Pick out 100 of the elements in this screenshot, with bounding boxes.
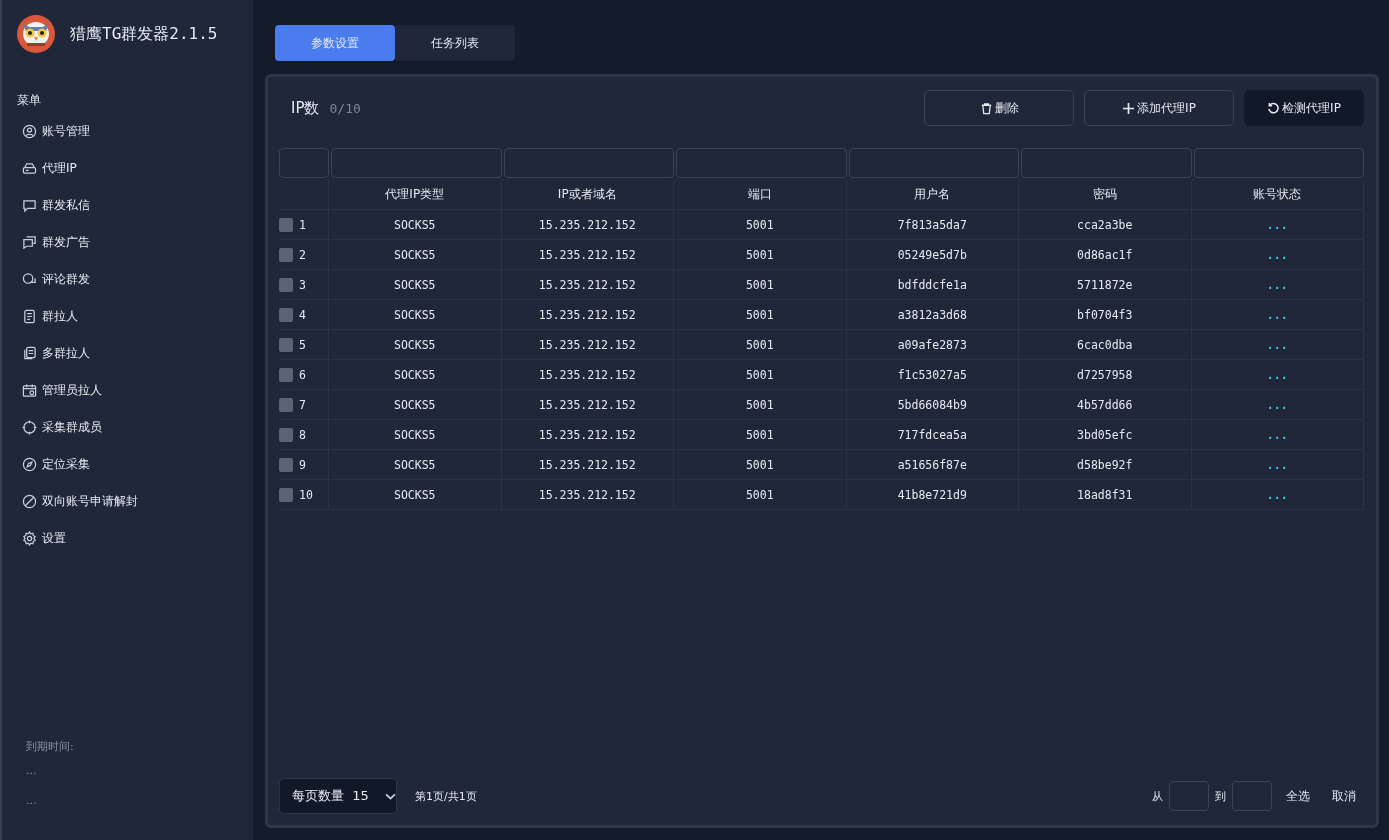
filter-field[interactable] — [676, 148, 847, 178]
row-number: 6 — [299, 367, 306, 382]
refresh-icon — [1267, 101, 1281, 115]
column-header: IP或者域名 — [501, 180, 674, 210]
table-cell: SOCKS5 — [329, 270, 502, 300]
table-cell: 5001 — [674, 300, 847, 330]
table-cell: SOCKS5 — [329, 420, 502, 450]
tab[interactable]: 任务列表 — [395, 25, 515, 61]
row-number: 2 — [299, 247, 306, 262]
table-cell: 15.235.212.152 — [501, 360, 674, 390]
column-header: 端口 — [674, 180, 847, 210]
table-cell: SOCKS5 — [329, 360, 502, 390]
filter-field[interactable] — [1193, 148, 1364, 178]
table-cell: 5001 — [674, 480, 847, 510]
column-header: 账号状态 — [1191, 180, 1364, 210]
sidebar-item[interactable]: 群发私信 — [2, 187, 253, 224]
table-cell: ... — [1191, 330, 1364, 360]
filter-field[interactable] — [1021, 148, 1192, 178]
expiry-value: ... — [25, 764, 38, 779]
from-field[interactable] — [1169, 781, 1209, 811]
sidebar-item[interactable]: 群发广告 — [2, 224, 253, 261]
user-circle-icon — [22, 124, 37, 139]
row-checkbox[interactable] — [279, 337, 293, 352]
sidebar-item[interactable]: 双向账号申请解封 — [2, 483, 253, 520]
table-cell: 15.235.212.152 — [501, 210, 674, 240]
table-cell: ... — [1191, 420, 1364, 450]
sidebar-item[interactable]: 账号管理 — [2, 113, 253, 150]
table-cell: 5001 — [674, 360, 847, 390]
table-cell: 15.235.212.152 — [501, 420, 674, 450]
table-cell: cca2a3be — [1019, 210, 1192, 240]
filter-field[interactable] — [503, 148, 674, 178]
table-cell: 5001 — [674, 210, 847, 240]
table-cell: ... — [1191, 480, 1364, 510]
table-cell: SOCKS5 — [329, 450, 502, 480]
comments-icon — [22, 272, 37, 287]
row-checkbox[interactable] — [279, 217, 293, 232]
sidebar-item[interactable]: 管理员拉人 — [2, 372, 253, 409]
expiry-value: ... — [25, 794, 38, 809]
table-cell: SOCKS5 — [329, 480, 502, 510]
select-all-link[interactable]: 全选 — [1286, 787, 1310, 805]
table-cell: 717fdcea5a — [846, 420, 1019, 450]
table-cell: 5001 — [674, 270, 847, 300]
toolbar-button[interactable]: 添加代理IP — [1084, 90, 1234, 126]
table-cell: a3812a3d68 — [846, 300, 1019, 330]
to-label: 到 — [1215, 788, 1226, 804]
table-cell: 15.235.212.152 — [501, 300, 674, 330]
table-cell: 15.235.212.152 — [501, 480, 674, 510]
row-number: 1 — [299, 217, 306, 232]
sidebar-item[interactable]: 设置 — [2, 520, 253, 557]
table-cell: 4b57dd66 — [1019, 390, 1192, 420]
drive-icon — [22, 161, 37, 176]
table-cell: ... — [1191, 240, 1364, 270]
documents-icon — [22, 346, 37, 361]
chat-bubbles-icon — [22, 235, 37, 250]
table-cell: 15.235.212.152 — [501, 390, 674, 420]
to-field[interactable] — [1232, 781, 1272, 811]
row-number: 9 — [299, 457, 306, 472]
row-checkbox[interactable] — [279, 307, 293, 322]
row-checkbox[interactable] — [279, 277, 293, 292]
toolbar-button[interactable]: 删除 — [924, 90, 1074, 126]
row-checkbox[interactable] — [279, 457, 293, 472]
table-cell: SOCKS5 — [329, 390, 502, 420]
page-size-select[interactable]: 每页数量 15 — [279, 778, 397, 814]
compass-icon — [22, 457, 37, 472]
row-checkbox[interactable] — [279, 247, 293, 262]
row-number: 5 — [299, 337, 306, 352]
column-header: 密码 — [1019, 180, 1192, 210]
row-checkbox[interactable] — [279, 367, 293, 382]
table-cell: 15.235.212.152 — [501, 240, 674, 270]
table-cell: 15.235.212.152 — [501, 330, 674, 360]
row-checkbox[interactable] — [279, 427, 293, 442]
table-cell: 7f813a5da7 — [846, 210, 1019, 240]
sidebar-item[interactable]: 代理IP — [2, 150, 253, 187]
chat-bubble-icon — [22, 198, 37, 213]
row-checkbox[interactable] — [279, 397, 293, 412]
cancel-link[interactable]: 取消 — [1332, 787, 1356, 805]
sidebar-item[interactable]: 采集群成员 — [2, 409, 253, 446]
toolbar-button[interactable]: 检测代理IP — [1244, 90, 1364, 126]
column-header: 用户名 — [846, 180, 1019, 210]
ip-count-label: IP数 — [291, 98, 320, 118]
table-cell: ... — [1191, 390, 1364, 420]
sidebar-item[interactable]: 群拉人 — [2, 298, 253, 335]
filter-field[interactable] — [279, 148, 329, 178]
filter-field[interactable] — [331, 148, 502, 178]
table-cell: SOCKS5 — [329, 210, 502, 240]
sidebar-item[interactable]: 评论群发 — [2, 261, 253, 298]
sidebar-item[interactable]: 多群拉人 — [2, 335, 253, 372]
menu-heading: 菜单 — [17, 92, 42, 109]
sidebar-item[interactable]: 定位采集 — [2, 446, 253, 483]
table-cell: bf0704f3 — [1019, 300, 1192, 330]
table-cell: 5bd66084b9 — [846, 390, 1019, 420]
filter-field[interactable] — [848, 148, 1019, 178]
table-cell: 5001 — [674, 450, 847, 480]
table-cell: 5001 — [674, 390, 847, 420]
table-cell: f1c53027a5 — [846, 360, 1019, 390]
row-checkbox[interactable] — [279, 487, 293, 502]
table-cell: a51656f87e — [846, 450, 1019, 480]
table-cell: d7257958 — [1019, 360, 1192, 390]
ip-count: 0/10 — [329, 100, 361, 116]
column-header: 代理IP类型 — [329, 180, 502, 210]
